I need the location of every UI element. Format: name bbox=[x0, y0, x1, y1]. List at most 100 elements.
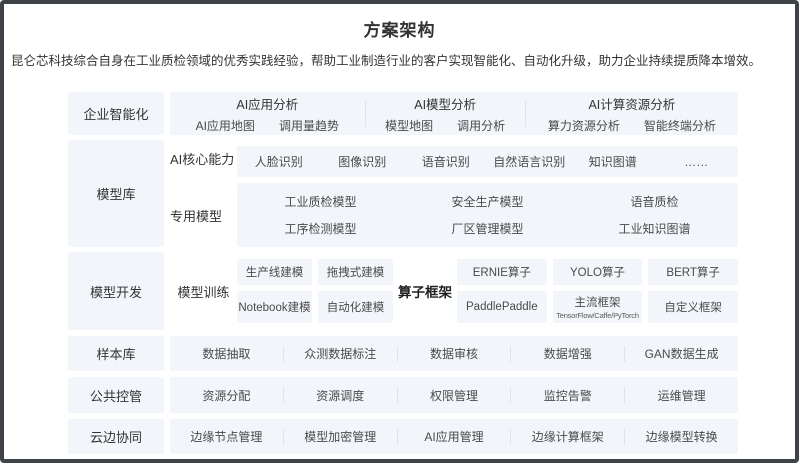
diagram-item: 模型加密管理 bbox=[284, 419, 397, 454]
diagram-item: 边缘模型转换 bbox=[625, 419, 738, 454]
architecture-grid: 企业智能化 AI应用分析 AI应用地图 调用量趋势 AI模型分析 模型 bbox=[68, 92, 738, 454]
diagram-item: AI应用管理 bbox=[398, 419, 511, 454]
row-cloud-edge: 云边协同 边缘节点管理 模型加密管理 AI应用管理 边缘计算框架 边缘模型转换 bbox=[68, 419, 738, 454]
group-items: 算力资源分析 智能终端分析 bbox=[548, 117, 716, 134]
diagram-item: 边缘节点管理 bbox=[170, 419, 283, 454]
page-subtitle: 昆仑芯科技综合自身在工业质检领域的优秀实践经验，帮助工业制造行业的客户实现智能化… bbox=[11, 50, 789, 69]
row-enterprise-intelligence: 企业智能化 AI应用分析 AI应用地图 调用量趋势 AI模型分析 模型 bbox=[68, 92, 738, 135]
diagram-item: PaddlePaddle bbox=[466, 301, 538, 313]
diagram-item: 生产线建模 bbox=[246, 264, 304, 280]
row-label-enterprise: 企业智能化 bbox=[68, 92, 164, 135]
diagram-box: Notebook建模 bbox=[237, 291, 312, 323]
diagram-item: YOLO算子 bbox=[570, 264, 625, 280]
diagram-item: 智能终端分析 bbox=[644, 117, 716, 134]
diagram-item: 人脸识别 bbox=[237, 153, 321, 170]
group-ai-model-analysis: AI模型分析 模型地图 调用分析 bbox=[366, 92, 525, 135]
diagram-item: 图像识别 bbox=[321, 153, 405, 170]
diagram-item: 众测数据标注 bbox=[284, 336, 397, 371]
row-content-model-library: AI核心能力 人脸识别 图像识别 语音识别 自然语言识别 知识图谱 …… 专用模… bbox=[170, 140, 738, 247]
diagram-item: 工业知识图谱 bbox=[618, 220, 690, 237]
diagram-item: 主流框架 bbox=[574, 294, 620, 310]
diagram-item: 资源调度 bbox=[284, 377, 397, 413]
ellipsis-item: …… bbox=[655, 155, 739, 169]
diagram-item: 数据增强 bbox=[511, 336, 624, 371]
operator-framework-label: 算子框架 bbox=[393, 281, 457, 301]
diagram-box: 主流框架 TensorFlow/Caffe/PyTorch bbox=[553, 291, 643, 323]
diagram-item: 运维管理 bbox=[625, 377, 738, 413]
diagram-item: 厂区管理模型 bbox=[451, 220, 523, 237]
diagram-box: 自定义框架 bbox=[648, 291, 738, 323]
diagram-item: GAN数据生成 bbox=[625, 336, 738, 371]
model-dev-layout: 模型训练 生产线建模 拖拽式建模 Notebook建模 自动化建模 算子框架 E… bbox=[170, 252, 738, 330]
special-model-column: 安全生产模型 厂区管理模型 bbox=[404, 183, 571, 247]
core-capability-subrow: AI核心能力 人脸识别 图像识别 语音识别 自然语言识别 知识图谱 …… bbox=[170, 140, 738, 177]
diagram-box: YOLO算子 bbox=[553, 259, 643, 285]
row-label-model-development: 模型开发 bbox=[68, 252, 164, 330]
row-model-library: 模型库 AI核心能力 人脸识别 图像识别 语音识别 自然语言识别 知识图谱 ……… bbox=[68, 140, 738, 247]
diagram-item: 工序检测模型 bbox=[284, 220, 356, 237]
diagram-item: 模型地图 bbox=[385, 117, 433, 134]
special-model-label: 专用模型 bbox=[170, 183, 237, 247]
row-content-sample-library: 数据抽取 众测数据标注 数据审核 数据增强 GAN数据生成 bbox=[170, 336, 738, 371]
group-items: AI应用地图 调用量趋势 bbox=[196, 117, 339, 134]
diagram-box: 自动化建模 bbox=[318, 291, 393, 323]
row-model-development: 模型开发 模型训练 生产线建模 拖拽式建模 Notebook建模 自动化建模 算… bbox=[68, 252, 738, 330]
cloud-edge-cell: 边缘节点管理 模型加密管理 AI应用管理 边缘计算框架 边缘模型转换 bbox=[170, 419, 738, 454]
special-model-column: 工业质检模型 工序检测模型 bbox=[237, 183, 404, 247]
group-title: AI计算资源分析 bbox=[588, 94, 675, 113]
group-items: 模型地图 调用分析 bbox=[385, 117, 505, 134]
diagram-item: 数据审核 bbox=[398, 336, 511, 371]
diagram-item: ERNIE算子 bbox=[473, 264, 531, 280]
architecture-diagram: 方案架构 昆仑芯科技综合自身在工业质检领域的优秀实践经验，帮助工业制造行业的客户… bbox=[0, 0, 799, 463]
diagram-box: BERT算子 bbox=[648, 259, 738, 285]
diagram-item: 权限管理 bbox=[398, 377, 511, 413]
diagram-item: 算力资源分析 bbox=[548, 117, 620, 134]
diagram-item: 安全生产模型 bbox=[451, 193, 523, 210]
diagram-item: 调用分析 bbox=[457, 117, 505, 134]
diagram-box: PaddlePaddle bbox=[457, 291, 547, 323]
row-label-model-library: 模型库 bbox=[68, 140, 164, 247]
operator-framework-grid: ERNIE算子 YOLO算子 BERT算子 PaddlePaddle 主流框架 … bbox=[457, 259, 738, 323]
core-capability-strip: 人脸识别 图像识别 语音识别 自然语言识别 知识图谱 …… bbox=[237, 146, 738, 177]
group-title: AI模型分析 bbox=[414, 94, 476, 113]
model-training-grid: 生产线建模 拖拽式建模 Notebook建模 自动化建模 bbox=[237, 259, 393, 323]
special-model-box: 工业质检模型 工序检测模型 安全生产模型 厂区管理模型 语音质检 工业知识图谱 bbox=[237, 183, 738, 247]
diagram-item: 语音识别 bbox=[404, 153, 488, 170]
diagram-item: 自动化建模 bbox=[327, 299, 385, 315]
sample-library-cell: 数据抽取 众测数据标注 数据审核 数据增强 GAN数据生成 bbox=[170, 336, 738, 371]
special-model-subrow: 专用模型 工业质检模型 工序检测模型 安全生产模型 厂区管理模型 语音质检 工业 bbox=[170, 183, 738, 247]
diagram-item: 边缘计算框架 bbox=[511, 419, 624, 454]
diagram-item: 数据抽取 bbox=[170, 336, 283, 371]
diagram-item: 拖拽式建模 bbox=[327, 264, 385, 280]
diagram-item: 工业质检模型 bbox=[284, 193, 356, 210]
diagram-item: 调用量趋势 bbox=[279, 117, 339, 134]
row-content-public-control: 资源分配 资源调度 权限管理 监控告警 运维管理 bbox=[170, 377, 738, 413]
group-title: AI应用分析 bbox=[236, 94, 298, 113]
public-control-cell: 资源分配 资源调度 权限管理 监控告警 运维管理 bbox=[170, 377, 738, 413]
model-training-label: 模型训练 bbox=[170, 282, 237, 301]
diagram-item: 语音质检 bbox=[630, 193, 678, 210]
diagram-item: 监控告警 bbox=[511, 377, 624, 413]
group-ai-app-analysis: AI应用分析 AI应用地图 调用量趋势 bbox=[170, 92, 365, 135]
row-label-cloud-edge: 云边协同 bbox=[68, 419, 164, 454]
diagram-box: 拖拽式建模 bbox=[318, 259, 393, 285]
row-content-model-development: 模型训练 生产线建模 拖拽式建模 Notebook建模 自动化建模 算子框架 E… bbox=[170, 252, 738, 330]
row-public-control: 公共控管 资源分配 资源调度 权限管理 监控告警 运维管理 bbox=[68, 377, 738, 413]
diagram-item: 知识图谱 bbox=[571, 153, 655, 170]
page-title: 方案架构 bbox=[4, 4, 795, 41]
diagram-box: 生产线建模 bbox=[237, 259, 312, 285]
diagram-item: BERT算子 bbox=[666, 264, 719, 280]
diagram-item: 自然语言识别 bbox=[488, 153, 572, 170]
diagram-item: 资源分配 bbox=[170, 377, 283, 413]
row-sample-library: 样本库 数据抽取 众测数据标注 数据审核 数据增强 GAN数据生成 bbox=[68, 336, 738, 371]
diagram-subitem: TensorFlow/Caffe/PyTorch bbox=[556, 311, 639, 320]
enterprise-cell: AI应用分析 AI应用地图 调用量趋势 AI模型分析 模型地图 调用分析 bbox=[170, 92, 738, 135]
row-label-public-control: 公共控管 bbox=[68, 377, 164, 413]
diagram-item: 自定义框架 bbox=[664, 299, 722, 315]
diagram-item: AI应用地图 bbox=[196, 117, 255, 134]
core-capability-label: AI核心能力 bbox=[170, 140, 237, 177]
diagram-item: Notebook建模 bbox=[238, 299, 310, 315]
diagram-box: ERNIE算子 bbox=[457, 259, 547, 285]
group-ai-compute-analysis: AI计算资源分析 算力资源分析 智能终端分析 bbox=[526, 92, 738, 135]
special-model-column: 语音质检 工业知识图谱 bbox=[571, 183, 738, 247]
